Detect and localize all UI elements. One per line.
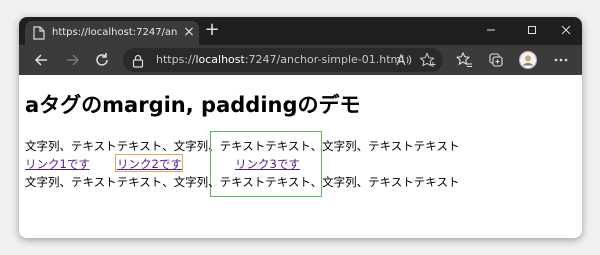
back-icon[interactable] [31,50,51,70]
url-scheme: https:// [156,53,196,66]
text-line-2: 文字列、テキストテキスト、文字列、テキストテキスト、文字列、テキストテキスト [25,175,460,189]
browser-tab[interactable]: https://localhost:7247/anchor-si × [25,21,199,45]
page-content: aタグのmargin, paddingのデモ 文字列、テキストテキスト、文字列、… [19,75,582,238]
navigation-toolbar: https://localhost:7247/anchor-simple-01.… [19,45,582,75]
tab-title: https://localhost:7247/anchor-si [52,27,177,38]
add-favorite-icon[interactable] [419,52,437,68]
collections-icon[interactable] [486,50,506,70]
browser-window: https://localhost:7247/anchor-si × + htt… [19,17,582,238]
profile-avatar[interactable] [518,50,538,70]
link-2[interactable]: リンク2です [117,156,182,172]
link-1[interactable]: リンク1です [25,156,90,172]
new-tab-button[interactable]: + [203,20,221,40]
url-path: :7247/anchor-simple-01.html [244,53,405,66]
link-3[interactable]: リンク3です [235,156,300,172]
page-icon [33,26,45,43]
read-aloud-icon[interactable] [395,52,413,68]
refresh-icon[interactable] [92,50,112,70]
address-bar[interactable]: https://localhost:7247/anchor-simple-01.… [123,48,443,72]
favorites-icon[interactable] [454,50,474,70]
forward-icon[interactable] [63,50,83,70]
close-window-icon[interactable] [554,22,578,38]
lock-icon[interactable] [132,53,144,72]
maximize-icon[interactable] [520,22,544,38]
minimize-icon[interactable] [479,22,503,38]
tab-close-icon[interactable]: × [182,24,196,40]
page-heading: aタグのmargin, paddingのデモ [25,93,361,117]
title-bar: https://localhost:7247/anchor-si × + [19,17,582,45]
more-icon[interactable] [551,50,571,70]
url-text: https://localhost:7247/anchor-simple-01.… [156,53,404,66]
url-host: localhost [195,53,245,66]
